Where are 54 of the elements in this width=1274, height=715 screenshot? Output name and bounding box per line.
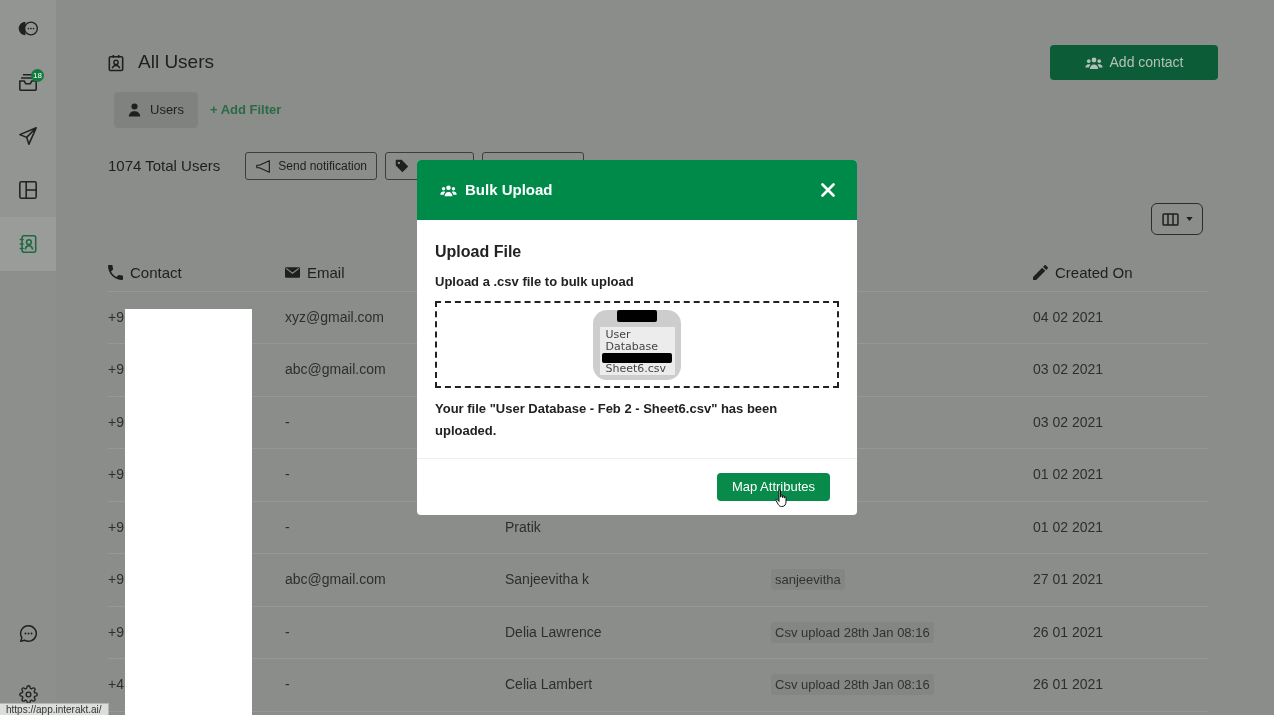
settings-icon[interactable]: [18, 685, 38, 704]
column-header[interactable]: Contact: [130, 261, 182, 284]
map-attributes-button[interactable]: Map Attributes: [717, 473, 830, 501]
file-name-text: Sheet6.csv: [605, 363, 668, 375]
megaphone-icon: [255, 158, 273, 174]
user-tag: Csv upload 28th Jan 08:16: [771, 674, 934, 696]
pencil-icon: [1033, 265, 1048, 281]
hand-cursor-icon: [775, 489, 789, 508]
table-cell: 03 02 2021: [1033, 396, 1208, 449]
users-icon: [1084, 55, 1103, 70]
table-cell: abc@gmail.com: [285, 553, 505, 606]
envelope-icon: [285, 267, 300, 279]
dialog-title: Bulk Upload: [465, 179, 553, 200]
table-cell: -: [285, 606, 505, 659]
notification-badge: 18: [31, 69, 44, 82]
upload-instruction: Upload a .csv file to bulk upload: [435, 274, 635, 290]
column-toggle-button[interactable]: [1151, 203, 1203, 235]
column-header[interactable]: Email: [307, 261, 345, 284]
tag-icon: [395, 159, 410, 173]
send-icon: [18, 126, 38, 146]
section-heading: Upload File: [435, 242, 523, 262]
segment-tab[interactable]: Users: [114, 92, 198, 128]
contact-book-icon: [18, 234, 38, 254]
total-users-count: 1074 Total Users: [108, 155, 221, 176]
redaction-bar: [601, 353, 672, 363]
user-tag: Csv upload 28th Jan 08:16: [771, 621, 934, 643]
table-cell: 01 02 2021: [1033, 448, 1208, 501]
user-tag: sanjeevitha: [771, 569, 845, 591]
table-cell: -: [285, 658, 505, 711]
file-name-text: User Database: [605, 329, 659, 353]
file-drop-zone[interactable]: User Database Sheet6.csv: [435, 301, 839, 388]
caret-icon: [1185, 217, 1193, 221]
page-title: All Users: [138, 50, 214, 75]
sidebar-item[interactable]: 18: [0, 55, 56, 109]
add-contact-button[interactable]: Add contact: [1050, 45, 1218, 80]
chat-icon[interactable]: [18, 623, 38, 643]
contact-card-icon: [108, 53, 124, 72]
table-cell: 26 01 2021: [1033, 658, 1208, 711]
person-icon: [128, 103, 141, 117]
table-cell: 01 02 2021: [1033, 501, 1208, 554]
table-cell: 03 02 2021: [1033, 343, 1208, 396]
table-cell: 26 01 2021: [1033, 606, 1208, 659]
status-url: https://app.interakt.ai/: [0, 703, 109, 715]
phone-icon: [108, 265, 123, 281]
close-icon[interactable]: [821, 183, 835, 197]
send-notification-button[interactable]: Send notification: [245, 152, 378, 180]
columns-icon: [1161, 212, 1179, 226]
redaction-bar: [617, 310, 657, 322]
column-header[interactable]: Created On: [1055, 261, 1133, 284]
users-icon: [440, 183, 457, 197]
chat-bubbles-icon: [17, 19, 39, 37]
layout-icon: [18, 180, 38, 200]
table-cell: 04 02 2021: [1033, 291, 1208, 344]
table-cell: 27 01 2021: [1033, 553, 1208, 606]
